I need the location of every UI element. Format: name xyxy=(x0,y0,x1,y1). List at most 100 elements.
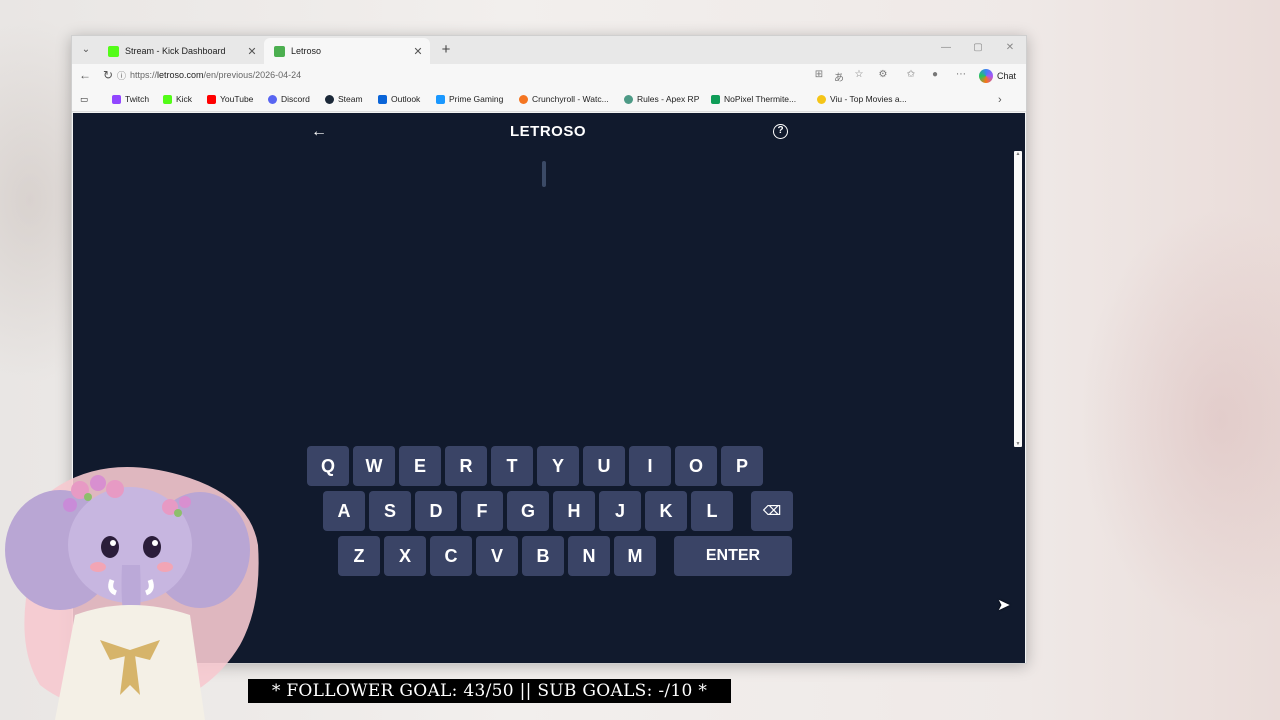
refresh-icon[interactable]: ↻ xyxy=(100,68,116,82)
steam-icon xyxy=(325,94,334,104)
outlook-icon xyxy=(378,94,387,104)
minimize-icon[interactable]: — xyxy=(936,42,956,53)
bookmark-label: Twitch xyxy=(125,94,150,104)
bookmark-youtube[interactable]: YouTube xyxy=(207,94,253,104)
bookmark-nopixel[interactable]: NoPixel Thermite... xyxy=(711,94,796,104)
bookmark-twitch[interactable]: Twitch xyxy=(112,94,149,104)
key-g[interactable]: G xyxy=(507,491,549,531)
tab-list-dropdown-icon[interactable]: ⌄ xyxy=(78,42,94,58)
bookmark-label: Rules - Apex RP xyxy=(637,94,700,104)
key-f[interactable]: F xyxy=(461,491,503,531)
translate-icon[interactable]: あ xyxy=(832,69,846,84)
copilot-chat-button[interactable]: Chat xyxy=(977,67,1020,85)
key-o[interactable]: O xyxy=(675,446,717,486)
tab-title: Stream - Kick Dashboard xyxy=(125,46,226,56)
key-w[interactable]: W xyxy=(353,446,395,486)
tab-title: Letroso xyxy=(291,46,322,56)
favorites-icon[interactable]: ✩ xyxy=(904,69,918,80)
key-k[interactable]: K xyxy=(645,491,687,531)
backspace-key[interactable]: ⌫ xyxy=(751,491,793,531)
bookmark-label: Prime Gaming xyxy=(449,94,504,104)
bookmark-label: Steam xyxy=(338,94,363,104)
extensions-icon[interactable]: ⚙ xyxy=(876,69,890,80)
address-bar: ← ↻ ⓘ https://letroso.com/en/previous/20… xyxy=(72,64,1026,88)
key-h[interactable]: H xyxy=(553,491,595,531)
youtube-icon xyxy=(207,94,216,104)
mouse-cursor-icon: ➤ xyxy=(997,597,1011,614)
bookmark-label: Outlook xyxy=(391,94,421,104)
key-p[interactable]: P xyxy=(721,446,763,486)
key-x[interactable]: X xyxy=(384,536,426,576)
crunchyroll-icon xyxy=(519,94,528,104)
back-arrow-icon[interactable]: ← xyxy=(310,123,328,141)
bookmark-label: NoPixel Thermite... xyxy=(724,94,797,104)
bookmark-prime-gaming[interactable]: Prime Gaming xyxy=(436,94,503,104)
new-tab-icon[interactable]: + xyxy=(438,41,454,58)
more-menu-icon[interactable]: ⋯ xyxy=(954,69,968,80)
url-field[interactable]: https://letroso.com/en/previous/2026-04-… xyxy=(130,70,301,80)
url-prefix: https:// xyxy=(130,70,158,80)
key-s[interactable]: S xyxy=(369,491,411,531)
bookmark-viu[interactable]: Viu - Top Movies a... xyxy=(817,94,907,104)
back-icon[interactable]: ← xyxy=(77,68,93,82)
key-z[interactable]: Z xyxy=(338,536,380,576)
backspace-icon: ⌫ xyxy=(762,503,782,518)
key-c[interactable]: C xyxy=(430,536,472,576)
globe-icon xyxy=(624,94,633,104)
viu-icon xyxy=(817,94,826,104)
key-m[interactable]: M xyxy=(614,536,656,576)
bookmark-apex-rp[interactable]: Rules - Apex RP xyxy=(624,94,699,104)
key-i[interactable]: I xyxy=(629,446,671,486)
tab-kick-dashboard[interactable]: Stream - Kick Dashboard ✕ xyxy=(98,38,264,64)
key-t[interactable]: T xyxy=(491,446,533,486)
key-r[interactable]: R xyxy=(445,446,487,486)
prime-gaming-icon xyxy=(436,94,445,104)
url-domain: letroso.com xyxy=(157,70,204,80)
key-a[interactable]: A xyxy=(323,491,365,531)
kick-icon xyxy=(163,94,172,104)
key-j[interactable]: J xyxy=(599,491,641,531)
help-icon[interactable]: ? xyxy=(773,124,788,139)
scroll-down-icon[interactable]: ▼ xyxy=(1014,441,1022,447)
site-info-icon[interactable]: ⓘ xyxy=(117,69,126,82)
bookmark-label: Crunchyroll - Watc... xyxy=(532,94,609,104)
key-q[interactable]: Q xyxy=(307,446,349,486)
key-u[interactable]: U xyxy=(583,446,625,486)
bookmarks-bar: ▭ Twitch Kick YouTube Discord Steam Outl… xyxy=(72,88,1026,112)
favorite-star-icon[interactable]: ☆ xyxy=(852,69,866,80)
tab-close-icon[interactable]: ✕ xyxy=(410,45,426,58)
bookmarks-overflow-chevron-icon[interactable]: › xyxy=(998,94,1002,106)
key-n[interactable]: N xyxy=(568,536,610,576)
url-path: /en/previous/2026-04-24 xyxy=(203,70,302,80)
bookmark-label: Discord xyxy=(281,94,310,104)
bookmark-label: Viu - Top Movies a... xyxy=(830,94,907,104)
letroso-favicon-icon xyxy=(274,45,285,57)
bookmark-discord[interactable]: Discord xyxy=(268,94,310,104)
bookmark-steam[interactable]: Steam xyxy=(325,94,363,104)
bookmark-crunchyroll[interactable]: Crunchyroll - Watc... xyxy=(519,94,609,104)
key-v[interactable]: V xyxy=(476,536,518,576)
tab-letroso[interactable]: Letroso ✕ xyxy=(264,38,430,64)
key-d[interactable]: D xyxy=(415,491,457,531)
scroll-up-icon[interactable]: ▲ xyxy=(1014,151,1022,157)
key-y[interactable]: Y xyxy=(537,446,579,486)
bookmark-kick[interactable]: Kick xyxy=(163,94,192,104)
enter-key[interactable]: ENTER xyxy=(674,536,792,576)
key-b[interactable]: B xyxy=(522,536,564,576)
page-scrollbar[interactable]: ▲ ▼ xyxy=(1014,151,1022,447)
discord-icon xyxy=(268,94,277,104)
tab-close-icon[interactable]: ✕ xyxy=(244,45,260,58)
bookmark-label: Kick xyxy=(176,94,193,104)
game-title: LETROSO xyxy=(509,123,586,140)
sidebar-toggle-icon[interactable]: ▭ xyxy=(80,94,88,105)
close-window-icon[interactable]: ✕ xyxy=(1000,42,1020,53)
maximize-icon[interactable]: ▢ xyxy=(968,42,988,53)
input-cursor xyxy=(542,161,546,187)
chat-label: Chat xyxy=(996,71,1016,81)
profile-icon[interactable]: ● xyxy=(928,69,942,80)
key-l[interactable]: L xyxy=(691,491,733,531)
bookmark-outlook[interactable]: Outlook xyxy=(378,94,420,104)
apps-icon[interactable]: ⊞ xyxy=(812,69,826,80)
key-e[interactable]: E xyxy=(399,446,441,486)
nopixel-icon xyxy=(711,94,720,104)
